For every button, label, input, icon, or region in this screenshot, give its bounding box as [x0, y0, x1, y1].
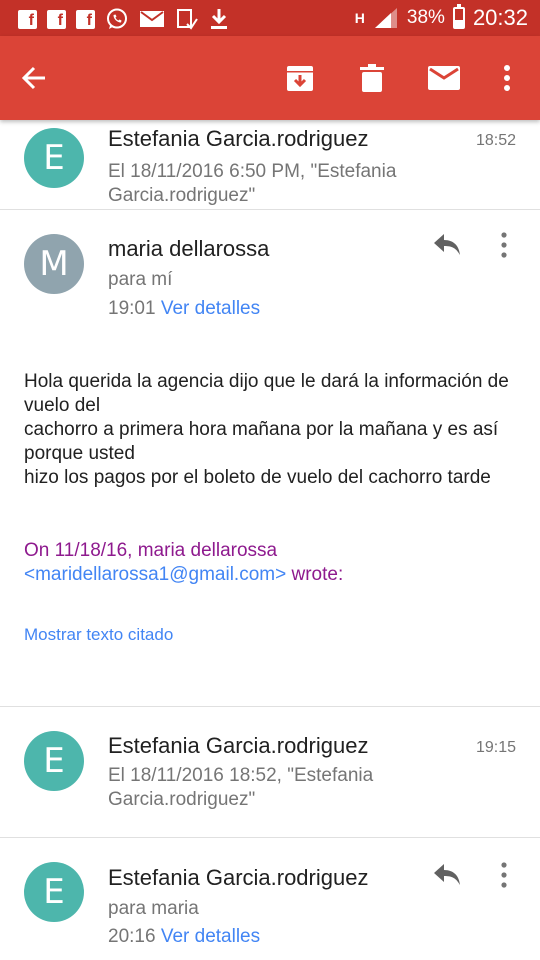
message-snippet: El 18/11/2016 6:50 PM, "Estefania Garcia…	[108, 161, 397, 206]
message-time: 18:52	[475, 132, 516, 149]
message-time: 19:01	[108, 298, 156, 319]
facebook-icon: f	[76, 9, 95, 29]
message-time: 19:15	[475, 739, 516, 756]
delete-button[interactable]	[352, 58, 392, 98]
archive-button[interactable]	[280, 58, 320, 98]
recipient-label: para mí	[108, 269, 173, 290]
message-time: 20:16	[108, 926, 156, 947]
message-more-button[interactable]	[500, 862, 520, 892]
battery-percent: 38%	[406, 7, 445, 28]
more-vertical-icon	[501, 232, 507, 258]
sender-name: Estefania Garcia.rodriguez	[108, 733, 369, 758]
message-snippet: El 18/11/2016 18:52, "Estefania Garcia.r…	[108, 765, 374, 810]
message-expanded: M maria dellarossa para mí 19:01 Ver det…	[0, 210, 540, 706]
whatsapp-icon	[107, 8, 127, 29]
body-line: cachorro a primera hora mañana por la ma…	[24, 419, 499, 464]
reply-button[interactable]	[432, 862, 468, 892]
quote-bracket: >	[275, 564, 287, 585]
avatar: E	[24, 731, 84, 791]
notification-icons: f f f	[18, 7, 229, 31]
more-options-button[interactable]	[487, 58, 527, 98]
reply-button[interactable]	[432, 232, 468, 262]
sender-name: Estefania Garcia.rodriguez	[108, 126, 369, 151]
body-line: hizo los pagos por el boleto de vuelo de…	[24, 467, 491, 488]
avatar: M	[24, 234, 84, 294]
mark-unread-button[interactable]	[424, 58, 464, 98]
conversation-thread: E Estefania Garcia.rodriguez 18:52 El 18…	[0, 120, 540, 960]
device-icon	[177, 9, 198, 30]
mail-icon	[428, 66, 460, 90]
mail-icon	[140, 11, 164, 27]
body-line: Hola querida la agencia dijo que le dará…	[24, 371, 509, 416]
battery-level	[454, 20, 463, 27]
message-body: Hola querida la agencia dijo que le dará…	[24, 370, 524, 490]
view-details-link[interactable]: Ver detalles	[161, 298, 260, 319]
more-vertical-icon	[501, 862, 507, 888]
signal-icon	[374, 8, 397, 28]
arrow-left-icon	[21, 66, 45, 90]
sender-name[interactable]: Estefania Garcia.rodriguez	[108, 865, 368, 891]
message-collapsed[interactable]: E Estefania Garcia.rodriguez 18:52 El 18…	[0, 120, 540, 210]
message-time-row: 20:16 Ver detalles	[108, 925, 260, 949]
facebook-icon: f	[47, 9, 66, 29]
more-vertical-icon	[504, 65, 510, 91]
message-time-row: 19:01 Ver detalles	[108, 297, 260, 321]
quote-email-link[interactable]: maridellarossa1@gmail.com	[35, 564, 275, 585]
quote-header: On 11/18/16, maria dellarossa <maridella…	[24, 539, 524, 587]
show-quoted-text-link[interactable]: Mostrar texto citado	[24, 625, 173, 645]
app-toolbar	[0, 36, 540, 120]
avatar: E	[24, 128, 84, 188]
reply-icon	[434, 864, 460, 885]
quote-bracket: <	[24, 564, 36, 585]
status-time: 20:32	[472, 5, 528, 30]
avatar: E	[24, 862, 84, 922]
battery-icon	[452, 4, 465, 29]
trash-icon	[360, 64, 384, 92]
facebook-icon: f	[18, 9, 37, 29]
recipient-label: para maria	[108, 898, 199, 919]
sender-name[interactable]: maria dellarossa	[108, 236, 269, 262]
status-right: H 38% 20:32	[354, 4, 528, 30]
download-icon	[211, 9, 227, 29]
status-bar: f f f H 38% 20:32	[0, 0, 540, 36]
message-collapsed[interactable]: E Estefania Garcia.rodriguez 19:15 El 18…	[0, 707, 540, 837]
message-expanded: E Estefania Garcia.rodriguez para maria …	[0, 838, 540, 960]
archive-icon	[287, 66, 313, 91]
reply-icon	[434, 234, 460, 255]
quote-wrote: wrote:	[286, 564, 344, 585]
quote-header-text: On 11/18/16, maria dellarossa	[24, 540, 278, 561]
back-button[interactable]	[14, 58, 54, 98]
message-more-button[interactable]	[500, 232, 520, 262]
view-details-link[interactable]: Ver detalles	[161, 926, 260, 947]
network-type-icon: H	[354, 10, 365, 26]
